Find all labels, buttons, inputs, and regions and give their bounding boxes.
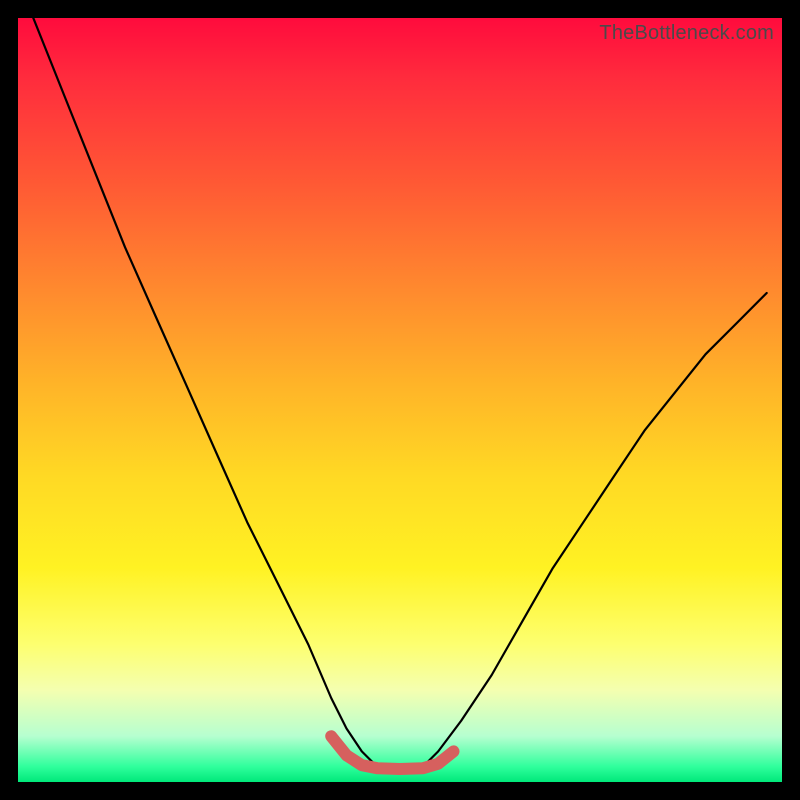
valley-highlight-path [331,736,453,769]
bottleneck-curve-path [33,18,766,771]
chart-frame: TheBottleneck.com [0,0,800,800]
bottleneck-chart-svg [18,18,782,782]
plot-area: TheBottleneck.com [18,18,782,782]
